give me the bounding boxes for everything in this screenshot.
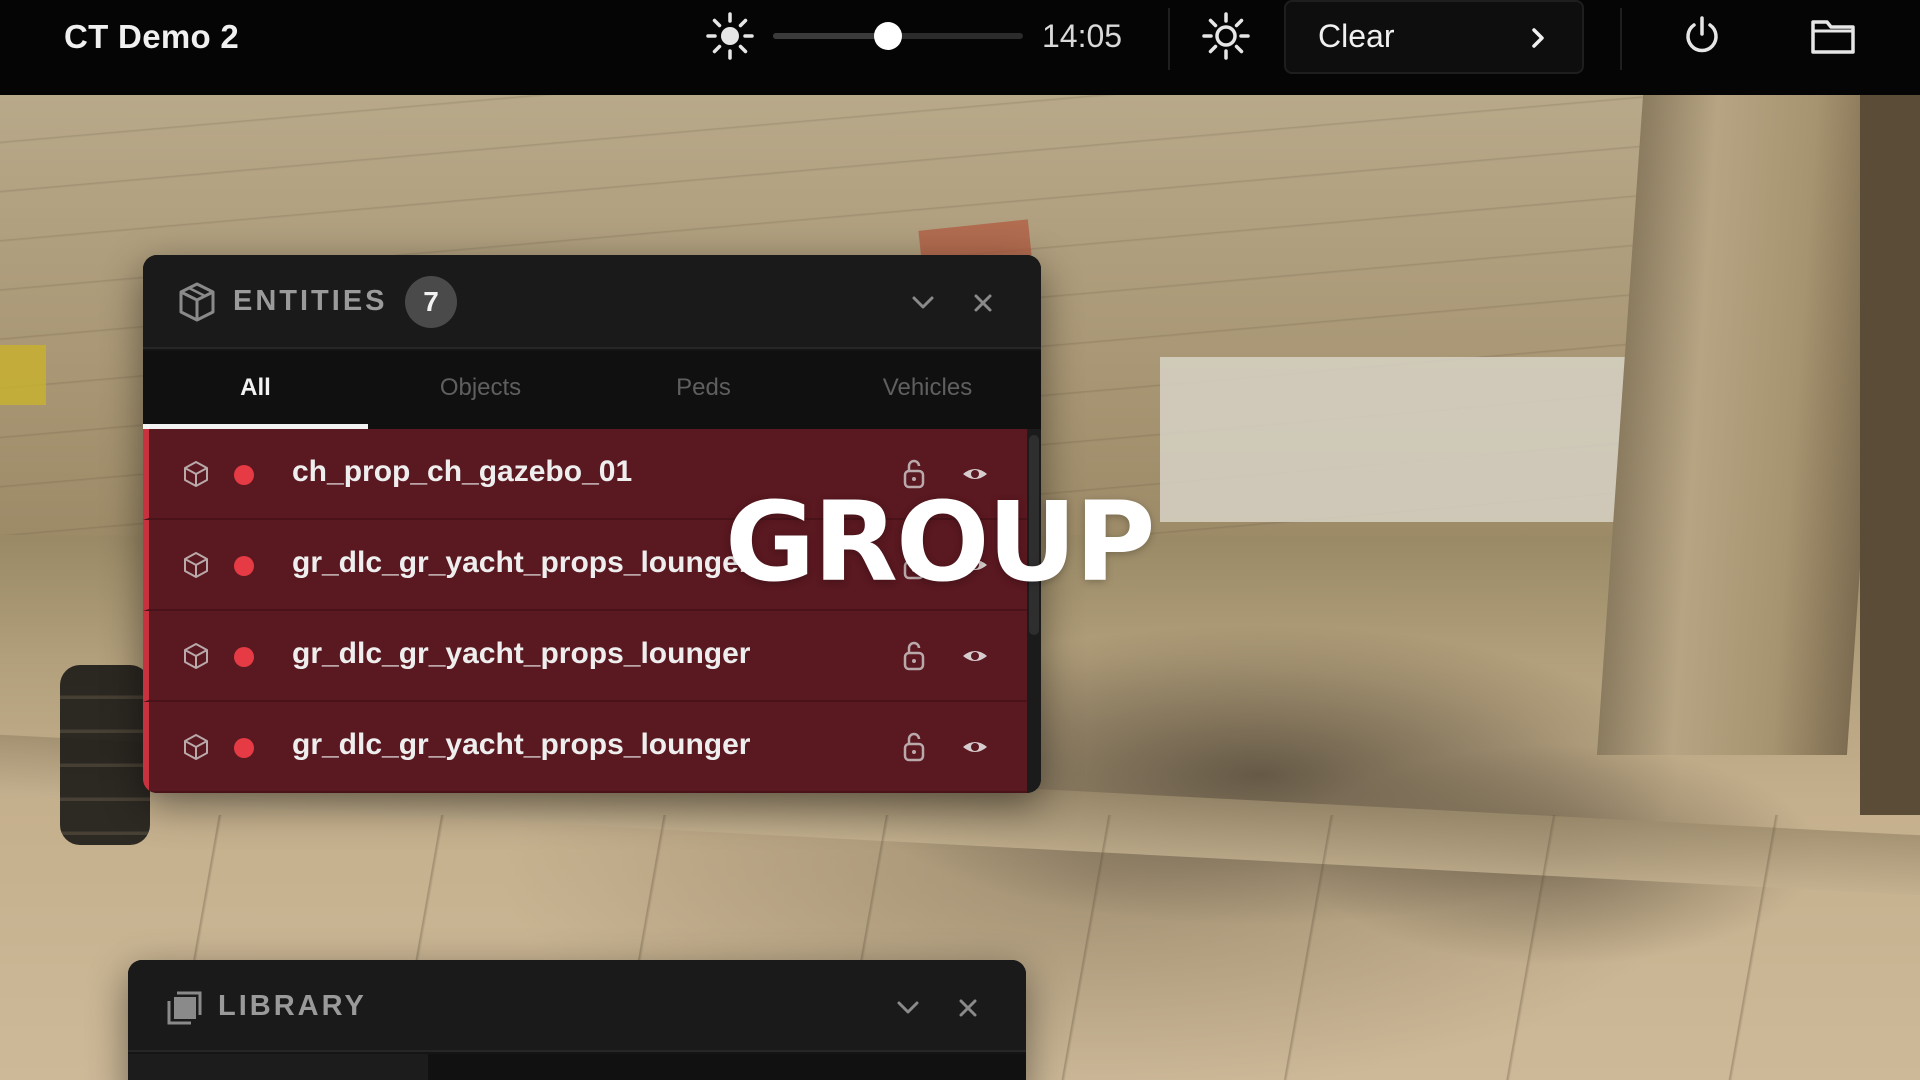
- concrete-pillar: [1596, 95, 1894, 755]
- time-readout: 14:05: [1042, 18, 1123, 54]
- cube-icon: [181, 459, 211, 489]
- top-toolbar: CT Demo 2 14:05 Clear: [0, 0, 1920, 95]
- entity-name: gr_dlc_gr_yacht_props_lounger: [292, 546, 751, 579]
- collapse-chevron-down-icon[interactable]: [907, 287, 939, 319]
- time-slider-thumb[interactable]: [874, 22, 902, 50]
- cube-icon: [181, 550, 211, 580]
- status-dot: [234, 738, 254, 758]
- unlock-icon[interactable]: [899, 730, 929, 764]
- settings-sun-icon[interactable]: [1196, 10, 1256, 62]
- library-stack-icon: [160, 985, 204, 1029]
- tire-stack: [60, 665, 150, 845]
- entity-name: ch_prop_ch_gazebo_01: [292, 455, 633, 488]
- collapse-chevron-down-icon[interactable]: [892, 992, 924, 1024]
- cube-icon: [181, 732, 211, 762]
- library-tabs: [128, 1054, 1026, 1080]
- entity-name: gr_dlc_gr_yacht_props_lounger: [292, 637, 751, 670]
- status-dot: [234, 465, 254, 485]
- overlay-caption: GROUP: [725, 478, 1155, 606]
- tab-objects[interactable]: Objects: [368, 351, 593, 429]
- tab-all[interactable]: All: [143, 351, 368, 429]
- close-icon[interactable]: [952, 992, 984, 1024]
- library-panel: LIBRARY: [128, 960, 1026, 1080]
- app-title: CT Demo 2: [64, 18, 240, 55]
- panel-title: ENTITIES: [233, 285, 388, 317]
- time-slider-fill: [773, 33, 888, 39]
- entity-count-badge: 7: [405, 276, 457, 328]
- wall-white-patch: [1160, 357, 1630, 522]
- sun-icon: [700, 10, 760, 62]
- folder-icon[interactable]: [1803, 10, 1863, 62]
- power-icon[interactable]: [1672, 10, 1732, 62]
- toolbar-divider: [1620, 8, 1622, 70]
- wall-paint: [0, 345, 46, 405]
- list-item[interactable]: gr_dlc_gr_yacht_props_lounger: [143, 611, 1027, 702]
- library-panel-header[interactable]: LIBRARY: [128, 960, 1026, 1052]
- tab-vehicles[interactable]: Vehicles: [815, 351, 1040, 429]
- time-slider[interactable]: [773, 22, 1023, 50]
- status-dot: [234, 556, 254, 576]
- unlock-icon[interactable]: [899, 639, 929, 673]
- list-item[interactable]: gr_dlc_gr_yacht_props_lounger: [143, 702, 1027, 793]
- panel-title: LIBRARY: [218, 990, 367, 1022]
- close-icon[interactable]: [967, 287, 999, 319]
- tab-peds[interactable]: Peds: [591, 351, 816, 429]
- toolbar-divider: [1168, 8, 1170, 70]
- status-dot: [234, 647, 254, 667]
- weather-label: Clear: [1318, 18, 1395, 54]
- pillar-shadow: [1860, 95, 1920, 815]
- cube-icon: [181, 641, 211, 671]
- chevron-right-icon: [1528, 24, 1548, 57]
- library-tab-active[interactable]: [128, 1054, 428, 1080]
- eye-icon[interactable]: [960, 641, 990, 671]
- entities-panel-header[interactable]: ENTITIES 7: [143, 255, 1041, 349]
- weather-select-button[interactable]: Clear: [1284, 0, 1584, 74]
- eye-icon[interactable]: [960, 732, 990, 762]
- entity-name: gr_dlc_gr_yacht_props_lounger: [292, 728, 751, 761]
- entity-filter-tabs: All Objects Peds Vehicles: [143, 351, 1041, 429]
- cube-stack-icon: [175, 280, 219, 324]
